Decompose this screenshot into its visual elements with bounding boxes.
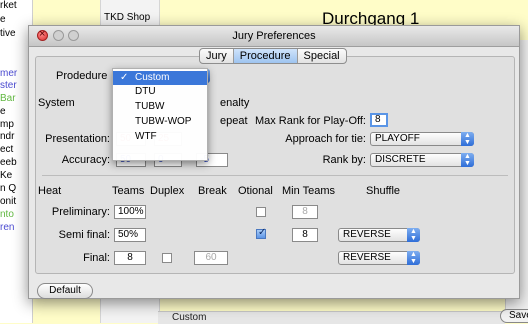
heat-header: Heat (38, 185, 62, 197)
menu-item-wtf[interactable]: WTF (113, 130, 207, 144)
max-rank-field[interactable]: 8 (370, 113, 388, 127)
preliminary-teams-field[interactable]: 100% (114, 205, 146, 219)
preferences-window: Jury Preferences Prodedure ▲▼ System ena… (28, 25, 520, 299)
bg-sidebar-item: e (0, 14, 6, 25)
semi-final-shuffle-popup[interactable]: REVERSE ▲ ▼ (338, 228, 420, 242)
semi-final-min-teams-field[interactable]: 8 (292, 228, 318, 242)
final-label: Final: (83, 252, 110, 264)
tab-special[interactable]: Special (298, 49, 346, 63)
tie-popup-value: PLAYOFF (375, 133, 420, 144)
accuracy-label: Accuracy: (61, 154, 110, 166)
procedure-dropdown-menu: ✓ Custom DTU TUBW TUBW-WOP WTF (112, 68, 208, 161)
popup-arrows-icon: ▲▼ (461, 153, 474, 167)
preliminary-label: Preliminary: (51, 206, 110, 218)
popup-arrows-icon: ▲▼ (461, 132, 474, 146)
break-header: Break (198, 185, 227, 197)
preliminary-min-teams-field[interactable]: 8 (292, 205, 318, 219)
tab-procedure[interactable]: Procedure (233, 49, 298, 63)
teams-header: Teams (112, 185, 145, 197)
menu-item-dtu[interactable]: DTU (113, 85, 207, 99)
menu-item-label: DTU (135, 86, 156, 97)
shuffle-header: Shuffle (366, 185, 401, 197)
section-divider (42, 175, 508, 176)
tie-popup[interactable]: PLAYOFF ▲ ▼ (370, 132, 474, 146)
popup-arrows-icon: ▲▼ (407, 251, 420, 265)
default-button[interactable]: Default (37, 283, 93, 299)
final-shuffle-popup[interactable]: REVERSE ▲ ▼ (338, 251, 420, 265)
rank-by-popup[interactable]: DISCRETE ▲ ▼ (370, 153, 474, 167)
max-rank-label: Max Rank for Play-Off: (254, 115, 366, 127)
title-bar[interactable]: Jury Preferences (29, 26, 519, 47)
procedure-panel: Prodedure ▲▼ System enalty epeat Present… (35, 56, 515, 274)
final-shuffle-value: REVERSE (343, 252, 391, 263)
semi-final-teams-field[interactable]: 50% (114, 228, 146, 242)
final-break-field[interactable]: 60 (194, 251, 228, 265)
presentation-label: Presentation: (45, 133, 110, 145)
menu-item-custom[interactable]: ✓ Custom (113, 71, 207, 85)
menu-item-tubw-wop[interactable]: TUBW-WOP (113, 115, 207, 129)
preliminary-optional-checkbox[interactable] (256, 207, 266, 217)
optional-header: Otional (238, 185, 273, 197)
menu-item-label: Custom (135, 72, 170, 83)
semi-final-optional-checkbox[interactable] (256, 227, 266, 239)
popup-arrows-icon: ▲▼ (407, 228, 420, 242)
system-label: System (38, 97, 75, 109)
semi-final-shuffle-value: REVERSE (343, 229, 391, 240)
menu-item-label: WTF (135, 131, 157, 142)
background-bottom-bar (158, 311, 505, 324)
rank-by-label: Rank by: (322, 154, 366, 166)
final-teams-field[interactable]: 8 (114, 251, 146, 265)
menu-item-label: TUBW-WOP (135, 116, 192, 127)
semi-final-label: Semi final: (58, 229, 110, 241)
tab-jury[interactable]: Jury (200, 49, 234, 63)
bg-shop-label: TKD Shop (104, 12, 151, 23)
duplex-header: Duplex (150, 185, 185, 197)
tie-label: Approach for tie: (285, 133, 366, 145)
menu-item-tubw[interactable]: TUBW (113, 100, 207, 114)
menu-item-label: TUBW (135, 101, 165, 112)
final-duplex-checkbox[interactable] (162, 253, 172, 263)
penalty-label: enalty (220, 97, 250, 109)
procedure-label: Prodedure (56, 70, 108, 82)
bg-sidebar-item: rket (0, 0, 17, 11)
bg-bottom-label: Custom (172, 312, 207, 323)
rank-by-popup-value: DISCRETE (375, 154, 426, 165)
window-title: Jury Preferences (232, 30, 316, 42)
preferences-tabs: Jury Procedure Special (199, 48, 347, 64)
min-teams-header: Min Teams (282, 185, 335, 197)
checkmark-icon: ✓ (120, 72, 129, 83)
bg-save-button[interactable]: Save (500, 309, 528, 323)
